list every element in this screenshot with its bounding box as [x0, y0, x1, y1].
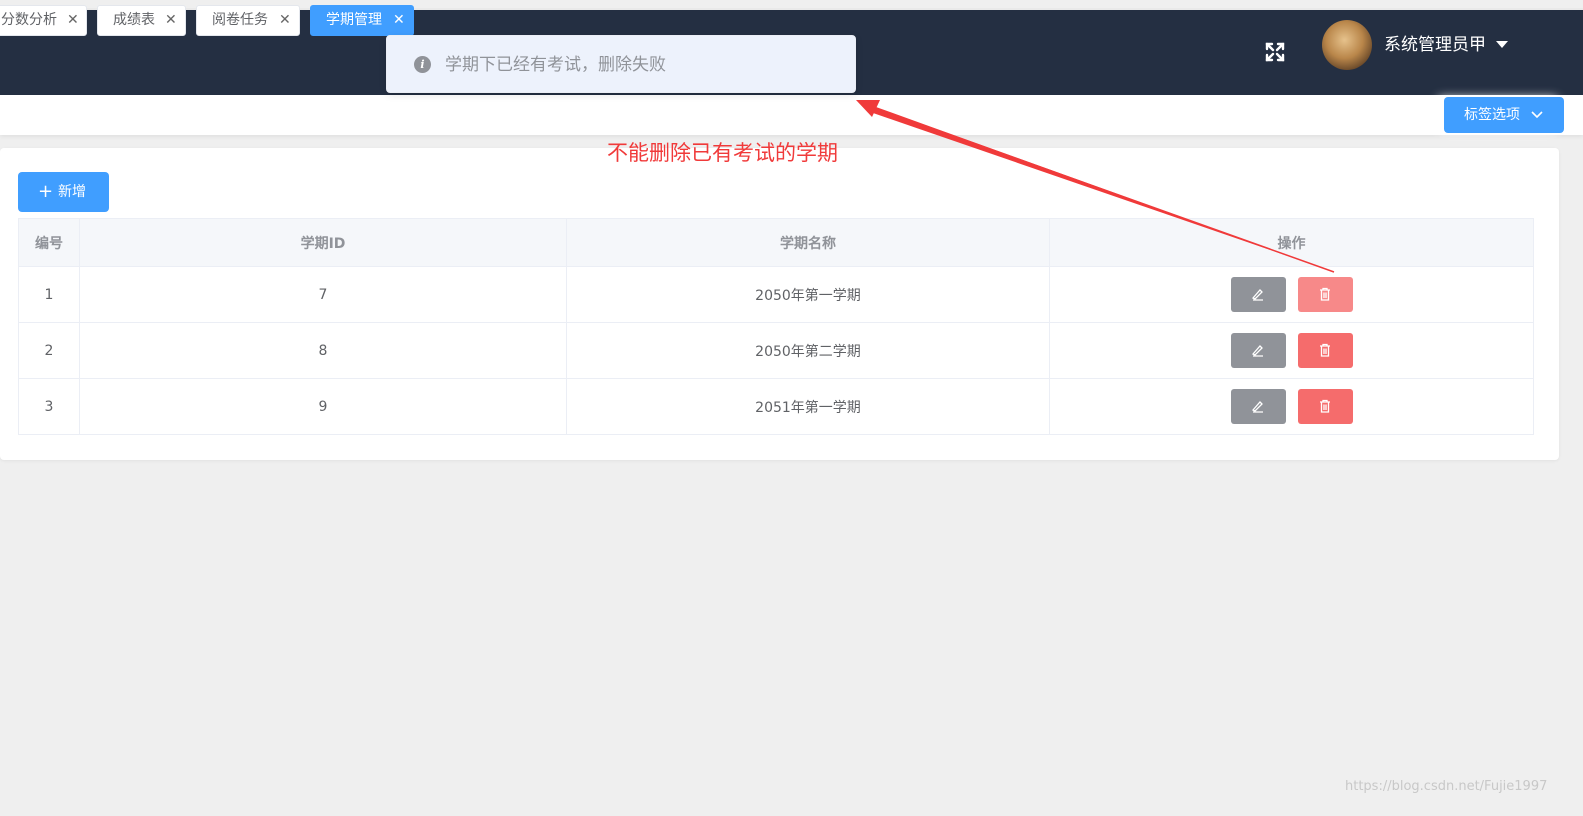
chevron-down-icon [1531, 111, 1543, 119]
column-header-no: 编号 [18, 218, 80, 267]
toast-message: i 学期下已经有考试，删除失败 [386, 35, 856, 93]
tag-label: 分数分析 [1, 12, 57, 28]
close-icon[interactable]: ✕ [279, 6, 291, 35]
column-header-term-name: 学期名称 [566, 218, 1050, 267]
tag-label: 学期管理 [326, 12, 382, 28]
cell-term-id: 8 [79, 322, 567, 379]
tag-term-management[interactable]: 学期管理 ✕ [310, 5, 414, 36]
table-row: 1 7 2050年第一学期 [18, 266, 1534, 323]
delete-button[interactable] [1297, 333, 1353, 368]
tag-grade-table[interactable]: 成绩表 ✕ [97, 5, 186, 36]
column-header-actions: 操作 [1049, 218, 1534, 267]
tag-options-button[interactable]: 标签选项 [1444, 97, 1564, 133]
toast-text: 学期下已经有考试，删除失败 [445, 55, 666, 75]
pencil-icon [1251, 345, 1263, 357]
fullscreen-icon[interactable] [1263, 40, 1287, 64]
cell-term-id: 9 [79, 378, 567, 435]
user-menu-caret-icon[interactable] [1496, 41, 1508, 48]
add-button-label: 新增 [58, 184, 86, 200]
cell-no: 3 [18, 378, 80, 435]
trash-icon [1319, 399, 1330, 413]
watermark: https://blog.csdn.net/Fujie1997 [1345, 779, 1548, 794]
annotation-text: 不能删除已有考试的学期 [607, 141, 838, 165]
cell-actions [1049, 266, 1534, 323]
tags-bar [0, 95, 1583, 135]
column-header-term-id: 学期ID [79, 218, 567, 267]
table-row: 3 9 2051年第一学期 [18, 378, 1534, 435]
add-button[interactable]: + 新增 [18, 172, 109, 212]
edit-button[interactable] [1230, 277, 1286, 312]
cell-actions [1049, 378, 1534, 435]
close-icon[interactable]: ✕ [393, 6, 405, 35]
close-icon[interactable]: ✕ [165, 6, 177, 35]
tag-marking-tasks[interactable]: 阅卷任务 ✕ [196, 5, 300, 36]
delete-button[interactable] [1297, 277, 1353, 312]
info-icon: i [414, 56, 431, 73]
trash-icon [1319, 287, 1330, 301]
table-header-row: 编号 学期ID 学期名称 操作 [18, 218, 1534, 267]
delete-button[interactable] [1297, 389, 1353, 424]
cell-term-name: 2050年第二学期 [566, 322, 1050, 379]
cell-no: 2 [18, 322, 80, 379]
tag-score-analysis[interactable]: 分数分析 ✕ [0, 5, 87, 36]
tag-label: 阅卷任务 [212, 12, 268, 28]
pencil-icon [1251, 289, 1263, 301]
pencil-icon [1251, 401, 1263, 413]
edit-button[interactable] [1230, 333, 1286, 368]
table-row: 2 8 2050年第二学期 [18, 322, 1534, 379]
tag-options-label: 标签选项 [1464, 107, 1520, 123]
trash-icon [1319, 343, 1330, 357]
cell-term-id: 7 [79, 266, 567, 323]
cell-actions [1049, 322, 1534, 379]
term-table: 编号 学期ID 学期名称 操作 1 7 2050年第一学期 2 8 2050年第… [18, 218, 1534, 435]
plus-icon: + [38, 181, 54, 202]
user-avatar[interactable] [1322, 20, 1372, 70]
username[interactable]: 系统管理员甲 [1384, 33, 1486, 57]
edit-button[interactable] [1230, 389, 1286, 424]
cell-no: 1 [18, 266, 80, 323]
cell-term-name: 2050年第一学期 [566, 266, 1050, 323]
cell-term-name: 2051年第一学期 [566, 378, 1050, 435]
close-icon[interactable]: ✕ [67, 6, 79, 35]
tag-label: 成绩表 [113, 12, 155, 28]
